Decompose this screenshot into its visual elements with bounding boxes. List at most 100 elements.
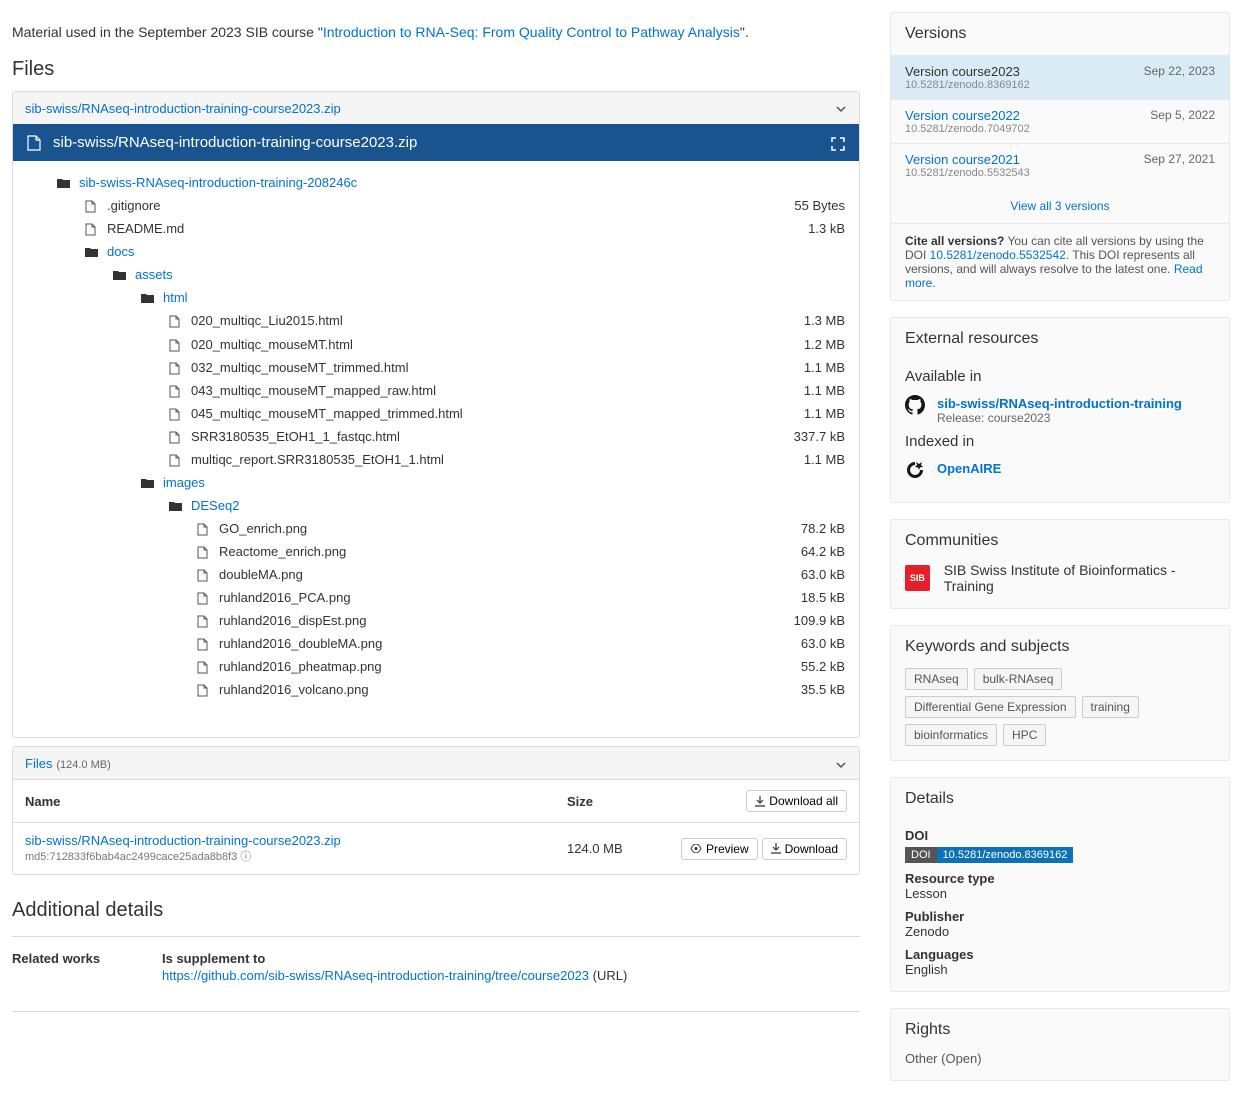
tree-item-link[interactable]: html xyxy=(163,290,188,305)
supplement-link[interactable]: https://github.com/sib-swiss/RNAseq-intr… xyxy=(162,968,589,983)
tree-item[interactable]: images xyxy=(27,471,845,494)
tree-item: 043_multiqc_mouseMT_mapped_raw.html1.1 M… xyxy=(27,379,845,402)
tree-item: ruhland2016_doubleMA.png63.0 kB xyxy=(27,632,845,655)
folder-icon xyxy=(57,175,73,190)
tree-item-size: 1.3 MB xyxy=(804,313,845,328)
folder-icon xyxy=(85,244,101,259)
keyword-tag[interactable]: HPC xyxy=(1003,724,1046,746)
keyword-tag[interactable]: training xyxy=(1082,696,1139,718)
file-md5: md5:712833f6bab4ac2499cace25ada8b8f3 ⓘ xyxy=(25,851,251,863)
tree-item-link[interactable]: docs xyxy=(107,244,134,259)
file-icon xyxy=(197,682,213,697)
tree-item: multiqc_report.SRR3180535_EtOH1_1.html1.… xyxy=(27,448,845,471)
tree-item-size: 1.1 MB xyxy=(804,452,845,467)
openaire-icon xyxy=(905,460,925,480)
cite-doi-link[interactable]: 10.5281/zenodo.5532542 xyxy=(930,248,1066,262)
keywords-heading: Keywords and subjects xyxy=(891,626,1229,668)
doi-badge[interactable]: DOI10.5281/zenodo.8369162 xyxy=(905,847,1073,863)
github-icon xyxy=(905,395,925,415)
col-name-header: Name xyxy=(25,794,567,809)
tree-item-link[interactable]: assets xyxy=(135,267,173,282)
file-tree[interactable]: sib-swiss-RNAseq-introduction-training-2… xyxy=(13,161,859,737)
info-icon[interactable]: ⓘ xyxy=(240,851,251,863)
tree-item-size: 55.2 kB xyxy=(801,659,845,674)
version-item[interactable]: Version course2022Sep 5, 202210.5281/zen… xyxy=(891,99,1229,143)
download-all-button[interactable]: Download all xyxy=(746,790,847,812)
additional-details-heading: Additional details xyxy=(12,899,860,922)
tree-item: 045_multiqc_mouseMT_mapped_trimmed.html1… xyxy=(27,402,845,425)
tree-item: 032_multiqc_mouseMT_trimmed.html1.1 MB xyxy=(27,356,845,379)
openaire-link[interactable]: OpenAIRE xyxy=(937,461,1001,476)
github-release: Release: course2023 xyxy=(937,411,1182,425)
tree-item[interactable]: sib-swiss-RNAseq-introduction-training-2… xyxy=(27,171,845,194)
version-link[interactable]: Version course2022 xyxy=(905,108,1020,123)
files-total-size: (124.0 MB) xyxy=(56,759,110,771)
chevron-down-icon xyxy=(835,100,847,116)
keyword-tag[interactable]: bulk-RNAseq xyxy=(974,668,1063,690)
accordion-header[interactable]: sib-swiss/RNAseq-introduction-training-c… xyxy=(13,92,859,124)
publisher-label: Publisher xyxy=(905,909,1215,924)
tree-item[interactable]: html xyxy=(27,286,845,309)
version-item[interactable]: Version course2023Sep 22, 202310.5281/ze… xyxy=(891,55,1229,99)
supplement-heading: Is supplement to xyxy=(162,951,860,966)
folder-icon xyxy=(113,267,129,282)
accordion-link[interactable]: sib-swiss/RNAseq-introduction-training-c… xyxy=(25,101,341,116)
keyword-tag[interactable]: bioinformatics xyxy=(905,724,997,746)
languages-label: Languages xyxy=(905,947,1215,962)
folder-icon xyxy=(169,498,185,513)
file-icon xyxy=(197,567,213,582)
tree-item: README.md1.3 kB xyxy=(27,217,845,240)
tree-item-link[interactable]: sib-swiss-RNAseq-introduction-training-2… xyxy=(79,175,357,190)
versions-card: Versions Version course2023Sep 22, 20231… xyxy=(890,12,1230,301)
zip-header: sib-swiss/RNAseq-introduction-training-c… xyxy=(13,124,859,161)
tree-item-size: 1.3 kB xyxy=(808,221,845,236)
file-icon xyxy=(169,406,185,421)
tree-item-size: 1.2 MB xyxy=(804,337,845,352)
expand-icon[interactable] xyxy=(831,135,845,151)
zip-title: sib-swiss/RNAseq-introduction-training-c… xyxy=(53,134,819,151)
tree-item: ruhland2016_volcano.png35.5 kB xyxy=(27,678,845,701)
tree-item-size: 1.1 MB xyxy=(804,383,845,398)
details-heading: Details xyxy=(891,778,1229,820)
publisher-value: Zenodo xyxy=(905,924,1215,939)
tree-item: ruhland2016_dispEst.png109.9 kB xyxy=(27,609,845,632)
languages-value: English xyxy=(905,962,1215,977)
files-panel-header[interactable]: Files (124.0 MB) xyxy=(13,747,859,780)
tree-item-size: 35.5 kB xyxy=(801,682,845,697)
version-link[interactable]: Version course2021 xyxy=(905,152,1020,167)
tree-item: GO_enrich.png78.2 kB xyxy=(27,517,845,540)
external-resources-card: External resources Available in sib-swis… xyxy=(890,317,1230,503)
tree-item[interactable]: docs xyxy=(27,240,845,263)
col-size-header: Size xyxy=(567,794,717,809)
intro-link[interactable]: Introduction to RNA-Seq: From Quality Co… xyxy=(323,24,740,40)
file-icon xyxy=(27,134,41,151)
sib-badge-icon: SIB xyxy=(905,565,930,591)
tree-item: SRR3180535_EtOH1_1_fastqc.html337.7 kB xyxy=(27,425,845,448)
tree-item: ruhland2016_pheatmap.png55.2 kB xyxy=(27,655,845,678)
download-button[interactable]: Download xyxy=(762,838,847,860)
folder-icon xyxy=(141,290,157,305)
community-name[interactable]: SIB Swiss Institute of Bioinformatics - … xyxy=(944,562,1215,594)
tree-item-size: 109.9 kB xyxy=(794,613,845,628)
resource-type-label: Resource type xyxy=(905,871,1215,886)
file-icon xyxy=(197,636,213,651)
preview-button[interactable]: Preview xyxy=(681,838,758,860)
table-row: sib-swiss/RNAseq-introduction-training-c… xyxy=(13,823,859,874)
tree-item-link[interactable]: DESeq2 xyxy=(191,498,239,513)
tree-item-link[interactable]: images xyxy=(163,475,205,490)
tree-item[interactable]: DESeq2 xyxy=(27,494,845,517)
file-icon xyxy=(169,429,185,444)
tree-item: 020_multiqc_mouseMT.html1.2 MB xyxy=(27,332,845,355)
tree-item: doubleMA.png63.0 kB xyxy=(27,563,845,586)
tree-item-size: 337.7 kB xyxy=(794,429,845,444)
view-all-versions-link[interactable]: View all 3 versions xyxy=(1010,199,1109,213)
file-icon xyxy=(85,221,101,236)
github-link[interactable]: sib-swiss/RNAseq-introduction-training xyxy=(937,396,1182,411)
details-card: Details DOI DOI10.5281/zenodo.8369162 Re… xyxy=(890,777,1230,992)
file-row-link[interactable]: sib-swiss/RNAseq-introduction-training-c… xyxy=(25,833,341,848)
external-resources-heading: External resources xyxy=(891,318,1229,360)
keyword-tag[interactable]: Differential Gene Expression xyxy=(905,696,1076,718)
tree-item[interactable]: assets xyxy=(27,263,845,286)
keyword-tag[interactable]: RNAseq xyxy=(905,668,968,690)
version-item[interactable]: Version course2021Sep 27, 202110.5281/ze… xyxy=(891,143,1229,187)
